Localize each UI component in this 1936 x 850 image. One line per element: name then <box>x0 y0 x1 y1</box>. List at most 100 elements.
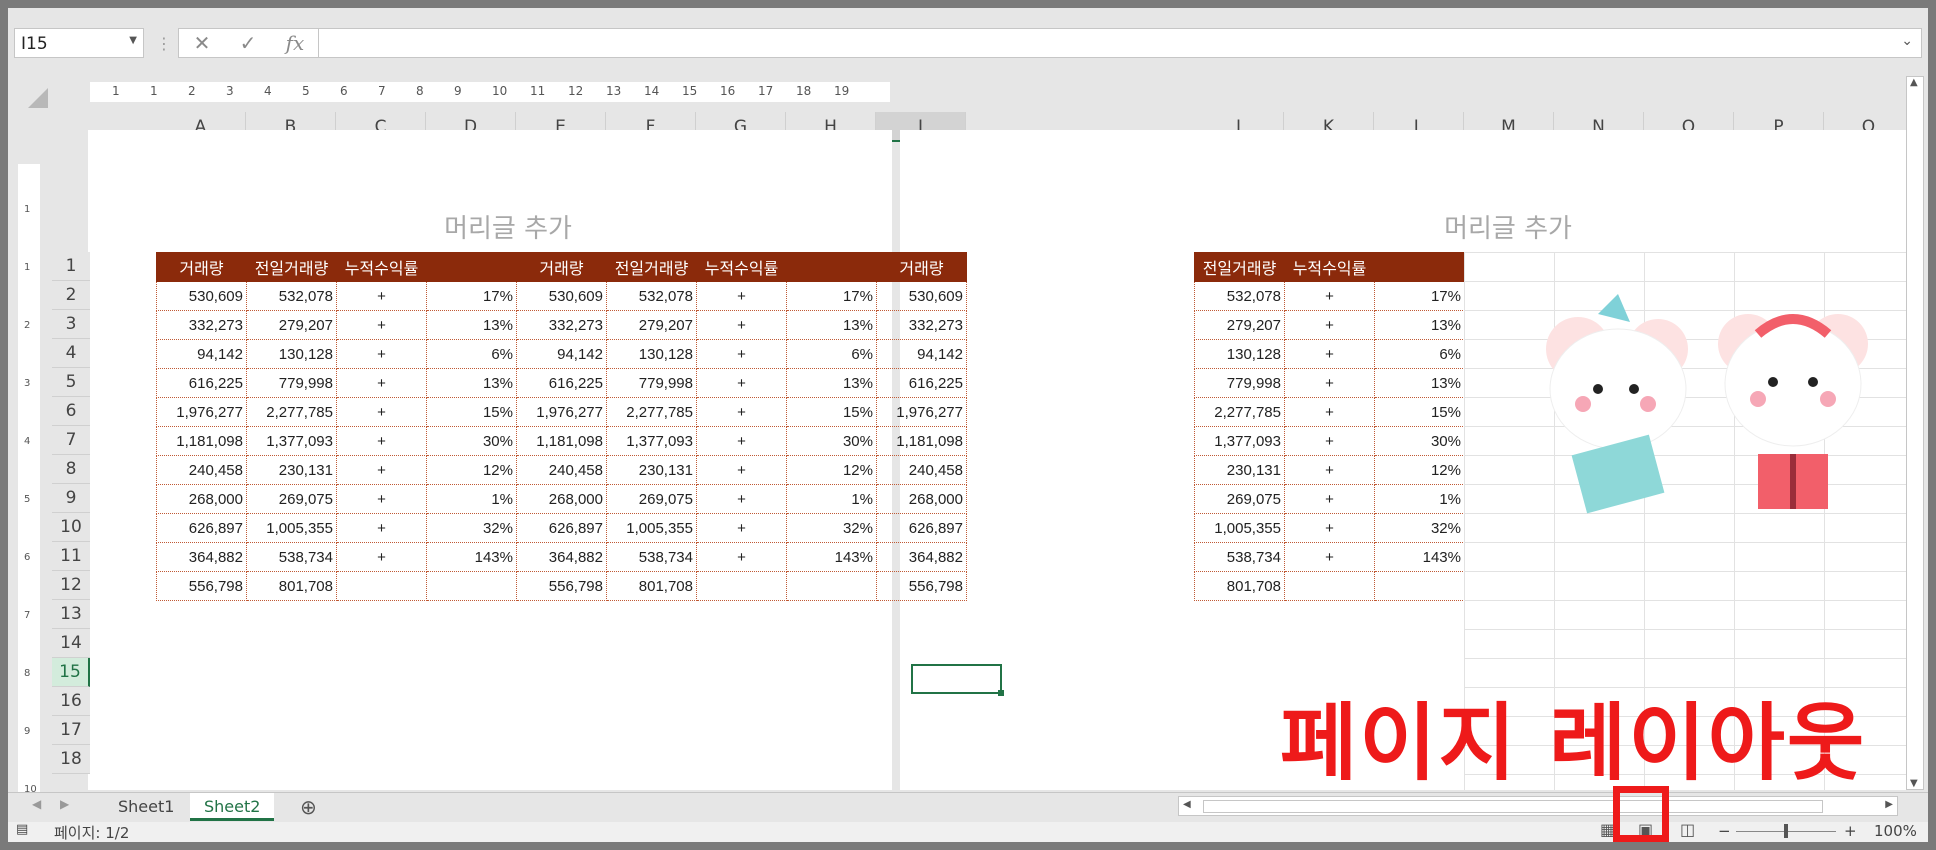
table-cell[interactable]: 1,377,093 <box>606 426 697 456</box>
tab-sheet2[interactable]: Sheet2 <box>190 793 275 821</box>
table-cell[interactable]: 32% <box>1374 513 1465 543</box>
table-cell[interactable]: 13% <box>426 368 517 398</box>
table-cell[interactable]: 268,000 <box>876 484 967 514</box>
table-cell[interactable]: 12% <box>786 455 877 485</box>
header-cell[interactable]: 전일거래량 <box>246 252 337 282</box>
row-header-1[interactable]: 1 <box>52 252 90 281</box>
table-cell[interactable]: 17% <box>426 281 517 311</box>
header-cell[interactable]: 전일거래량 <box>1194 252 1285 282</box>
table-cell[interactable]: + <box>696 542 787 572</box>
row-header-12[interactable]: 12 <box>52 571 90 600</box>
table-cell[interactable]: 1,976,277 <box>876 397 967 427</box>
row-header-15[interactable]: 15 <box>52 658 90 687</box>
table-cell[interactable]: 1,976,277 <box>516 397 607 427</box>
table-cell[interactable]: + <box>336 513 427 543</box>
zoom-level[interactable]: 100% <box>1874 822 1917 840</box>
header-cell[interactable] <box>786 252 877 282</box>
row-header-2[interactable]: 2 <box>52 281 90 310</box>
select-all-button[interactable] <box>28 88 48 108</box>
table-cell[interactable]: 143% <box>426 542 517 572</box>
table-cell[interactable]: 332,273 <box>156 310 247 340</box>
tab-scroll-left-icon[interactable]: ◀ <box>32 797 41 811</box>
table-cell[interactable]: 94,142 <box>876 339 967 369</box>
header-cell[interactable] <box>1374 252 1465 282</box>
table-cell[interactable]: 130,128 <box>606 339 697 369</box>
table-cell[interactable]: 143% <box>786 542 877 572</box>
table-cell[interactable]: 779,998 <box>606 368 697 398</box>
table-cell[interactable]: + <box>336 281 427 311</box>
table-cell[interactable]: 530,609 <box>516 281 607 311</box>
header-cell[interactable]: 누적수익률 <box>1284 252 1375 282</box>
table-cell[interactable]: 801,708 <box>246 571 337 601</box>
header-cell[interactable]: 거래량 <box>876 252 967 282</box>
table-cell[interactable]: + <box>336 484 427 514</box>
table-cell[interactable]: 364,882 <box>516 542 607 572</box>
table-cell[interactable]: 556,798 <box>516 571 607 601</box>
table-cell[interactable]: 1,005,355 <box>1194 513 1285 543</box>
table-cell[interactable]: 616,225 <box>156 368 247 398</box>
table-cell[interactable]: + <box>696 513 787 543</box>
row-header-8[interactable]: 8 <box>52 455 90 484</box>
table-cell[interactable]: 801,708 <box>1194 571 1285 601</box>
table-cell[interactable]: 538,734 <box>606 542 697 572</box>
tab-scroll-right-icon[interactable]: ▶ <box>60 797 69 811</box>
table-cell[interactable]: + <box>1284 339 1375 369</box>
row-header-16[interactable]: 16 <box>52 687 90 716</box>
header-placeholder-2[interactable]: 머리글 추가 <box>1398 208 1618 245</box>
table-cell[interactable]: 15% <box>1374 397 1465 427</box>
table-cell[interactable]: 1,377,093 <box>1194 426 1285 456</box>
table-cell[interactable]: 1% <box>1374 484 1465 514</box>
page-break-view-icon[interactable]: ◫ <box>1680 820 1695 839</box>
active-cell[interactable] <box>911 664 1004 696</box>
header-cell[interactable] <box>426 252 517 282</box>
table-cell[interactable] <box>696 571 787 601</box>
table-cell[interactable]: 13% <box>1374 368 1465 398</box>
table-cell[interactable]: 530,609 <box>876 281 967 311</box>
row-header-4[interactable]: 4 <box>52 339 90 368</box>
chevron-down-icon[interactable]: ▼ <box>129 35 137 46</box>
table-cell[interactable] <box>786 571 877 601</box>
table-cell[interactable]: + <box>336 397 427 427</box>
add-sheet-button[interactable]: ⊕ <box>300 795 317 819</box>
fx-icon[interactable]: fx <box>286 31 305 55</box>
table-cell[interactable]: 240,458 <box>516 455 607 485</box>
header-cell[interactable]: 전일거래량 <box>606 252 697 282</box>
table-cell[interactable]: 1,377,093 <box>246 426 337 456</box>
table-cell[interactable]: 1,181,098 <box>156 426 247 456</box>
row-header-14[interactable]: 14 <box>52 629 90 658</box>
table-cell[interactable]: + <box>1284 455 1375 485</box>
table-cell[interactable]: 279,207 <box>246 310 337 340</box>
table-cell[interactable]: + <box>696 310 787 340</box>
table-cell[interactable]: 1,976,277 <box>156 397 247 427</box>
table-cell[interactable]: + <box>1284 542 1375 572</box>
table-cell[interactable]: + <box>336 339 427 369</box>
table-cell[interactable]: 269,075 <box>606 484 697 514</box>
table-cell[interactable]: 532,078 <box>1194 281 1285 311</box>
table-cell[interactable]: 616,225 <box>876 368 967 398</box>
table-cell[interactable]: 279,207 <box>1194 310 1285 340</box>
table-cell[interactable]: + <box>336 310 427 340</box>
table-cell[interactable] <box>1374 571 1465 601</box>
table-cell[interactable]: 626,897 <box>156 513 247 543</box>
scroll-up-icon[interactable]: ▲ <box>1910 77 1918 88</box>
table-cell[interactable]: 13% <box>786 310 877 340</box>
table-cell[interactable]: + <box>696 484 787 514</box>
table-cell[interactable]: + <box>336 455 427 485</box>
table-cell[interactable]: 143% <box>1374 542 1465 572</box>
table-cell[interactable]: + <box>1284 426 1375 456</box>
row-header-9[interactable]: 9 <box>52 484 90 513</box>
table-cell[interactable]: 15% <box>426 397 517 427</box>
row-header-5[interactable]: 5 <box>52 368 90 397</box>
macro-icon[interactable]: ▤ <box>16 822 28 837</box>
table-cell[interactable]: 30% <box>1374 426 1465 456</box>
zoom-in-button[interactable]: + <box>1844 822 1857 840</box>
table-cell[interactable]: 13% <box>786 368 877 398</box>
vertical-scrollbar[interactable]: ▲ ▼ <box>1906 76 1924 790</box>
header-cell[interactable]: 누적수익률 <box>696 252 787 282</box>
chevron-down-icon[interactable]: ⌄ <box>1901 33 1913 49</box>
table-cell[interactable]: 30% <box>426 426 517 456</box>
table-cell[interactable]: 94,142 <box>156 339 247 369</box>
table-cell[interactable]: 332,273 <box>876 310 967 340</box>
table-cell[interactable]: 15% <box>786 397 877 427</box>
tab-sheet1[interactable]: Sheet1 <box>104 793 188 821</box>
